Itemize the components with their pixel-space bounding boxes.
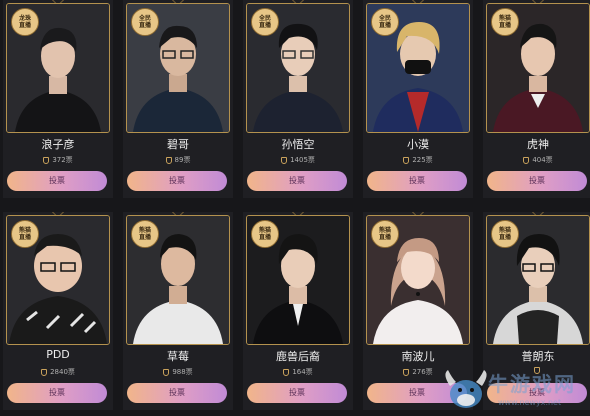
vote-button[interactable]: 投票	[127, 171, 227, 191]
streamer-card: 全民直播 小漠 225票 投票	[363, 0, 473, 198]
shield-icon	[41, 368, 48, 376]
streamer-name: 普朗东	[521, 350, 555, 363]
streamer-name: 碧哥	[167, 138, 189, 151]
streamer-card: 熊猫直播 PDD 2840票 投票	[3, 212, 113, 410]
streamer-name: 草莓	[167, 350, 189, 363]
streamer-card: 全民直播 碧哥 89票 投票	[123, 0, 233, 198]
streamer-photo[interactable]: 熊猫直播	[366, 215, 470, 345]
streamer-photo[interactable]: 全民直播	[246, 3, 350, 133]
shield-icon	[163, 368, 170, 376]
vote-count: 1405票	[243, 155, 353, 165]
vote-count: 164票	[243, 367, 353, 377]
platform-badge: 熊猫直播	[371, 220, 399, 248]
streamer-photo[interactable]: 熊猫直播	[486, 3, 590, 133]
vote-count: 89票	[123, 155, 233, 165]
shield-icon	[281, 156, 288, 164]
streamer-photo[interactable]: 熊猫直播	[126, 215, 230, 345]
platform-badge: 熊猫直播	[491, 8, 519, 36]
platform-badge: 龙珠直播	[11, 8, 39, 36]
streamer-photo[interactable]: 熊猫直播	[6, 215, 110, 345]
streamer-card: 全民直播 孙悟空 1405票 投票	[243, 0, 353, 198]
streamer-photo[interactable]: 熊猫直播	[246, 215, 350, 345]
vote-button[interactable]: 投票	[127, 383, 227, 403]
shield-icon	[523, 156, 530, 164]
shield-icon	[165, 156, 172, 164]
platform-badge: 熊猫直播	[251, 220, 279, 248]
shield-icon	[43, 156, 50, 164]
vote-count: 988票	[123, 367, 233, 377]
streamer-name: 孙悟空	[281, 138, 315, 151]
streamer-photo[interactable]: 全民直播	[126, 3, 230, 133]
vote-count: 225票	[363, 155, 473, 165]
platform-badge: 熊猫直播	[131, 220, 159, 248]
platform-badge: 熊猫直播	[491, 220, 519, 248]
streamer-card: 熊猫直播 虎神 404票 投票	[483, 0, 590, 198]
bull-logo-icon	[445, 370, 487, 408]
platform-badge: 全民直播	[251, 8, 279, 36]
streamer-name: 虎神	[527, 138, 549, 151]
platform-badge: 全民直播	[371, 8, 399, 36]
vote-button[interactable]: 投票	[247, 383, 347, 403]
watermark-text: 牛游戏网	[488, 372, 576, 396]
shield-icon	[283, 368, 290, 376]
vote-count: 372票	[3, 155, 113, 165]
streamer-card: 熊猫直播 鹿兽后裔 164票 投票	[243, 212, 353, 410]
streamer-name: 鹿兽后裔	[276, 350, 320, 363]
vote-button[interactable]: 投票	[247, 171, 347, 191]
platform-badge: 全民直播	[131, 8, 159, 36]
streamer-name: PDD	[46, 348, 70, 361]
shield-icon	[403, 368, 410, 376]
platform-badge: 熊猫直播	[11, 220, 39, 248]
vote-count: 404票	[483, 155, 590, 165]
watermark-url: www.newyx.net	[498, 398, 562, 407]
site-watermark: 牛游戏网 www.newyx.net	[440, 364, 590, 416]
streamer-card: 熊猫直播 草莓 988票 投票	[123, 212, 233, 410]
streamer-vote-grid: 龙珠直播 浪子彦 372票 投票 全民直播 碧哥 89票 投票 全民直播 孙悟空…	[0, 0, 590, 416]
streamer-photo[interactable]: 龙珠直播	[6, 3, 110, 133]
vote-button[interactable]: 投票	[7, 383, 107, 403]
streamer-name: 浪子彦	[41, 138, 75, 151]
streamer-name: 南波儿	[401, 350, 435, 363]
streamer-card: 龙珠直播 浪子彦 372票 投票	[3, 0, 113, 198]
streamer-name: 小漠	[407, 138, 429, 151]
vote-button[interactable]: 投票	[7, 171, 107, 191]
vote-button[interactable]: 投票	[487, 171, 587, 191]
vote-count: 2840票	[3, 367, 113, 377]
shield-icon	[403, 156, 410, 164]
vote-button[interactable]: 投票	[367, 171, 467, 191]
streamer-photo[interactable]: 全民直播	[366, 3, 470, 133]
streamer-photo[interactable]: 熊猫直播	[486, 215, 590, 345]
